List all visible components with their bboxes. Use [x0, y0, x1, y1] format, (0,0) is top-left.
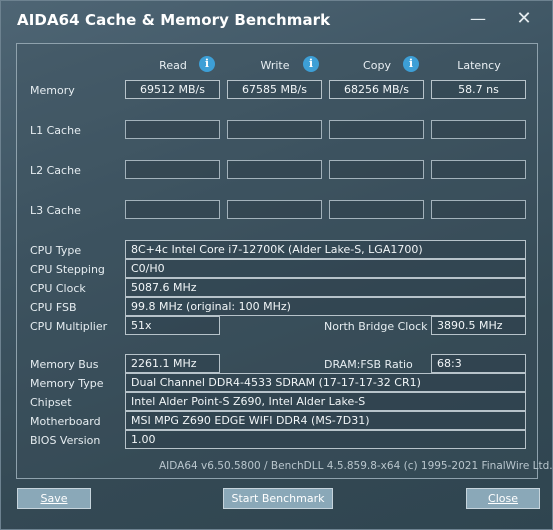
cpu-fsb-label: CPU FSB: [30, 301, 77, 314]
cpu-multiplier-label: CPU Multiplier: [30, 320, 108, 333]
version-footer: AIDA64 v6.50.5800 / BenchDLL 4.5.859.8-x…: [159, 460, 553, 472]
close-button[interactable]: Close: [466, 488, 540, 509]
cpu-fsb-value: 99.8 MHz (original: 100 MHz): [125, 297, 526, 316]
cpu-clock-value: 5087.6 MHz: [125, 278, 526, 297]
cpu-type-label: CPU Type: [30, 244, 82, 257]
l1-latency-value: [431, 120, 526, 139]
minimize-button[interactable]: —: [467, 9, 489, 29]
memory-type-label: Memory Type: [30, 377, 104, 390]
chipset-value: Intel Alder Point-S Z690, Intel Alder La…: [125, 392, 526, 411]
l1-write-value: [227, 120, 322, 139]
l2-write-value: [227, 160, 322, 179]
bios-version-label: BIOS Version: [30, 434, 101, 447]
l2-read-value: [125, 160, 220, 179]
l3-cache-row-label: L3 Cache: [30, 204, 81, 217]
l3-copy-value: [329, 200, 424, 219]
memory-bus-label: Memory Bus: [30, 358, 99, 371]
memory-bus-value: 2261.1 MHz: [125, 354, 220, 373]
close-window-button[interactable]: ✕: [513, 9, 535, 29]
north-bridge-clock-value: 3890.5 MHz: [431, 316, 526, 335]
l2-latency-value: [431, 160, 526, 179]
window-title: AIDA64 Cache & Memory Benchmark: [17, 11, 331, 29]
read-info-icon[interactable]: i: [199, 56, 215, 72]
motherboard-value: MSI MPG Z690 EDGE WIFI DDR4 (MS-7D31): [125, 411, 526, 430]
latency-header: Latency: [457, 59, 501, 72]
north-bridge-clock-label: North Bridge Clock: [324, 320, 428, 333]
memory-copy-value: 68256 MB/s: [329, 80, 424, 99]
l2-cache-row-label: L2 Cache: [30, 164, 81, 177]
cpu-stepping-label: CPU Stepping: [30, 263, 105, 276]
copy-info-icon[interactable]: i: [403, 56, 419, 72]
l1-cache-row-label: L1 Cache: [30, 124, 81, 137]
write-header: Write: [260, 59, 290, 72]
l1-read-value: [125, 120, 220, 139]
start-benchmark-button[interactable]: Start Benchmark: [223, 488, 333, 509]
dram-fsb-ratio-value: 68:3: [431, 354, 526, 373]
bios-version-value: 1.00: [125, 430, 526, 449]
memory-row-label: Memory: [30, 84, 75, 97]
motherboard-label: Motherboard: [30, 415, 101, 428]
l3-latency-value: [431, 200, 526, 219]
read-header: Read: [159, 59, 187, 72]
memory-read-value: 69512 MB/s: [125, 80, 220, 99]
chipset-label: Chipset: [30, 396, 72, 409]
cpu-stepping-value: C0/H0: [125, 259, 526, 278]
cpu-clock-label: CPU Clock: [30, 282, 86, 295]
l3-write-value: [227, 200, 322, 219]
save-button[interactable]: Save: [17, 488, 91, 509]
memory-write-value: 67585 MB/s: [227, 80, 322, 99]
dram-fsb-ratio-label: DRAM:FSB Ratio: [324, 358, 413, 371]
l2-copy-value: [329, 160, 424, 179]
l3-read-value: [125, 200, 220, 219]
write-info-icon[interactable]: i: [303, 56, 319, 72]
cpu-type-value: 8C+4c Intel Core i7-12700K (Alder Lake-S…: [125, 240, 526, 259]
cpu-multiplier-value: 51x: [125, 316, 220, 335]
close-button-label: Close: [488, 492, 518, 505]
memory-type-value: Dual Channel DDR4-4533 SDRAM (17-17-17-3…: [125, 373, 526, 392]
copy-header: Copy: [363, 59, 391, 72]
title-bar: AIDA64 Cache & Memory Benchmark — ✕: [1, 1, 553, 41]
save-button-label: Save: [40, 492, 68, 505]
benchmark-window: AIDA64 Cache & Memory Benchmark — ✕ Read…: [0, 0, 553, 530]
l1-copy-value: [329, 120, 424, 139]
memory-latency-value: 58.7 ns: [431, 80, 526, 99]
